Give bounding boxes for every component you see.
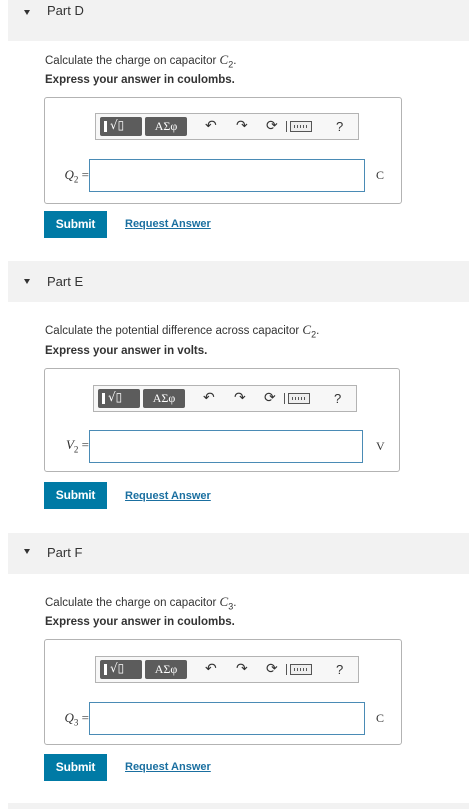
undo-icon[interactable]: ↶ (205, 660, 217, 679)
keyboard-icon[interactable] (284, 393, 310, 404)
templates-button[interactable]: √▯ (100, 117, 142, 136)
redo-icon[interactable]: ↷ (236, 117, 248, 136)
submit-button[interactable]: Submit (44, 211, 107, 238)
collapse-triangle-icon[interactable] (24, 10, 30, 15)
part-title: Part F (47, 545, 83, 560)
greek-symbols-button[interactable]: ΑΣφ (143, 389, 185, 408)
part-title: Part E (47, 274, 84, 289)
answer-box: √▯ ΑΣφ ↶ ↷ ⟳ ? V2 = V (44, 368, 400, 472)
help-icon[interactable]: ? (336, 117, 343, 136)
collapse-triangle-icon[interactable] (24, 279, 30, 284)
answer-box: √▯ ΑΣφ ↶ ↷ ⟳ ? Q2 = C (44, 97, 402, 204)
answer-instruction: Express your answer in volts. (45, 345, 208, 357)
templates-button[interactable]: √▯ (98, 389, 140, 408)
question-text: Calculate the potential difference acros… (45, 322, 320, 340)
keyboard-icon[interactable] (286, 121, 312, 132)
next-part-header-edge (8, 803, 469, 809)
part-title: Part D (47, 3, 84, 18)
answer-input[interactable] (89, 702, 365, 735)
reset-icon[interactable]: ⟳ (264, 389, 276, 408)
variable-label: Q2 = (64, 167, 89, 185)
answer-input[interactable] (89, 430, 363, 463)
answer-input[interactable] (89, 159, 365, 192)
request-answer-link[interactable]: Request Answer (125, 490, 211, 502)
math-toolbar: √▯ ΑΣφ ↶ ↷ ⟳ ? (93, 385, 357, 412)
collapse-triangle-icon[interactable] (24, 549, 30, 554)
request-answer-link[interactable]: Request Answer (125, 218, 211, 230)
part-d-header[interactable]: Part D (8, 0, 469, 41)
redo-icon[interactable]: ↷ (236, 660, 248, 679)
unit-label: V (376, 439, 385, 453)
part-f-header[interactable]: Part F (8, 533, 469, 574)
greek-symbols-button[interactable]: ΑΣφ (145, 660, 187, 679)
answer-box: √▯ ΑΣφ ↶ ↷ ⟳ ? Q3 = C (44, 639, 402, 745)
submit-button[interactable]: Submit (44, 482, 107, 509)
answer-instruction: Express your answer in coulombs. (45, 74, 235, 86)
question-text: Calculate the charge on capacitor C2. (45, 52, 237, 70)
math-toolbar: √▯ ΑΣφ ↶ ↷ ⟳ ? (95, 113, 359, 140)
reset-icon[interactable]: ⟳ (266, 117, 278, 136)
redo-icon[interactable]: ↷ (234, 389, 246, 408)
part-e-header[interactable]: Part E (8, 261, 469, 302)
undo-icon[interactable]: ↶ (205, 117, 217, 136)
help-icon[interactable]: ? (334, 389, 341, 408)
templates-button[interactable]: √▯ (100, 660, 142, 679)
help-icon[interactable]: ? (336, 660, 343, 679)
answer-instruction: Express your answer in coulombs. (45, 616, 235, 628)
variable-label: Q3 = (64, 710, 89, 728)
variable-label: V2 = (65, 437, 89, 455)
unit-label: C (376, 168, 385, 182)
request-answer-link[interactable]: Request Answer (125, 761, 211, 773)
undo-icon[interactable]: ↶ (203, 389, 215, 408)
keyboard-icon[interactable] (286, 664, 312, 675)
unit-label: C (376, 711, 385, 725)
greek-symbols-button[interactable]: ΑΣφ (145, 117, 187, 136)
reset-icon[interactable]: ⟳ (266, 660, 278, 679)
submit-button[interactable]: Submit (44, 754, 107, 781)
question-text: Calculate the charge on capacitor C3. (45, 594, 237, 612)
math-toolbar: √▯ ΑΣφ ↶ ↷ ⟳ ? (95, 656, 359, 683)
